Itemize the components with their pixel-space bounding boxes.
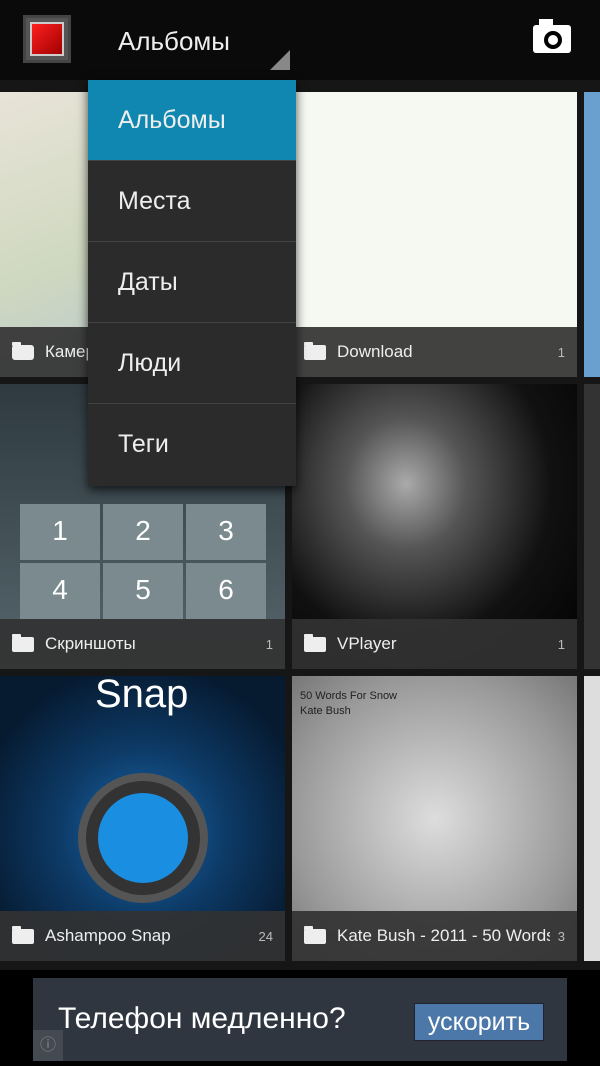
album-view-spinner[interactable]: Альбомы [118, 26, 230, 57]
album-name: Kate Bush - 2011 - 50 Words For Snow [337, 926, 550, 945]
album-tile[interactable] [584, 92, 600, 377]
ad-banner[interactable]: Телефон медленно? ускорить ⓘ [33, 978, 567, 1061]
dropdown-item-places[interactable]: Места [88, 161, 296, 242]
album-name: Скриншоты [45, 634, 136, 653]
album-count: 1 [557, 344, 565, 360]
keypad-key: 3 [186, 504, 266, 560]
keypad-key: 5 [103, 563, 183, 619]
keypad-key: 6 [186, 563, 266, 619]
album-count: 24 [258, 928, 273, 944]
action-bar: Альбомы [0, 0, 600, 80]
album-tile[interactable]: Snap Ashampoo Snap 24 [0, 676, 285, 961]
camera-icon[interactable] [533, 19, 571, 53]
album-tile[interactable]: 50 Words For Snow Kate Bush Kate Bush - … [292, 676, 577, 961]
folder-icon [12, 925, 34, 944]
dropdown-item-albums[interactable]: Альбомы [88, 80, 296, 161]
thumb-text: 50 Words For Snow [300, 690, 398, 702]
album-name: VPlayer [337, 634, 397, 653]
ad-speed-up-button[interactable]: ускорить [414, 1003, 544, 1041]
keypad-key: 4 [20, 563, 100, 619]
keypad-key: 1 [20, 504, 100, 560]
album-count: 1 [265, 636, 273, 652]
thumb-text: Kate Bush [300, 705, 351, 717]
folder-icon [304, 633, 326, 652]
album-view-dropdown: Альбомы Места Даты Люди Теги [88, 80, 296, 486]
dropdown-item-people[interactable]: Люди [88, 323, 296, 404]
album-tile[interactable]: VPlayer 1 [292, 384, 577, 669]
album-name: Ashampoo Snap [45, 926, 171, 945]
keypad-key: 2 [103, 504, 183, 560]
folder-icon [12, 633, 34, 652]
dropdown-item-tags[interactable]: Теги [88, 404, 296, 485]
folder-icon [304, 925, 326, 944]
dropdown-item-dates[interactable]: Даты [88, 242, 296, 323]
album-tile[interactable] [584, 384, 600, 669]
spinner-triangle-icon [270, 50, 290, 70]
info-icon[interactable]: ⓘ [33, 1030, 63, 1061]
gallery-app-icon[interactable] [23, 15, 71, 63]
album-tile[interactable]: Download 1 [292, 92, 577, 377]
album-count: 1 [557, 636, 565, 652]
thumb-text: Snap [95, 676, 189, 716]
album-tile[interactable] [584, 676, 600, 961]
folder-icon [304, 341, 326, 360]
album-name: Download [337, 342, 413, 361]
album-count: 3 [557, 928, 565, 944]
ad-text: Телефон медленно? [58, 1002, 346, 1035]
camera-small-icon [12, 341, 34, 360]
